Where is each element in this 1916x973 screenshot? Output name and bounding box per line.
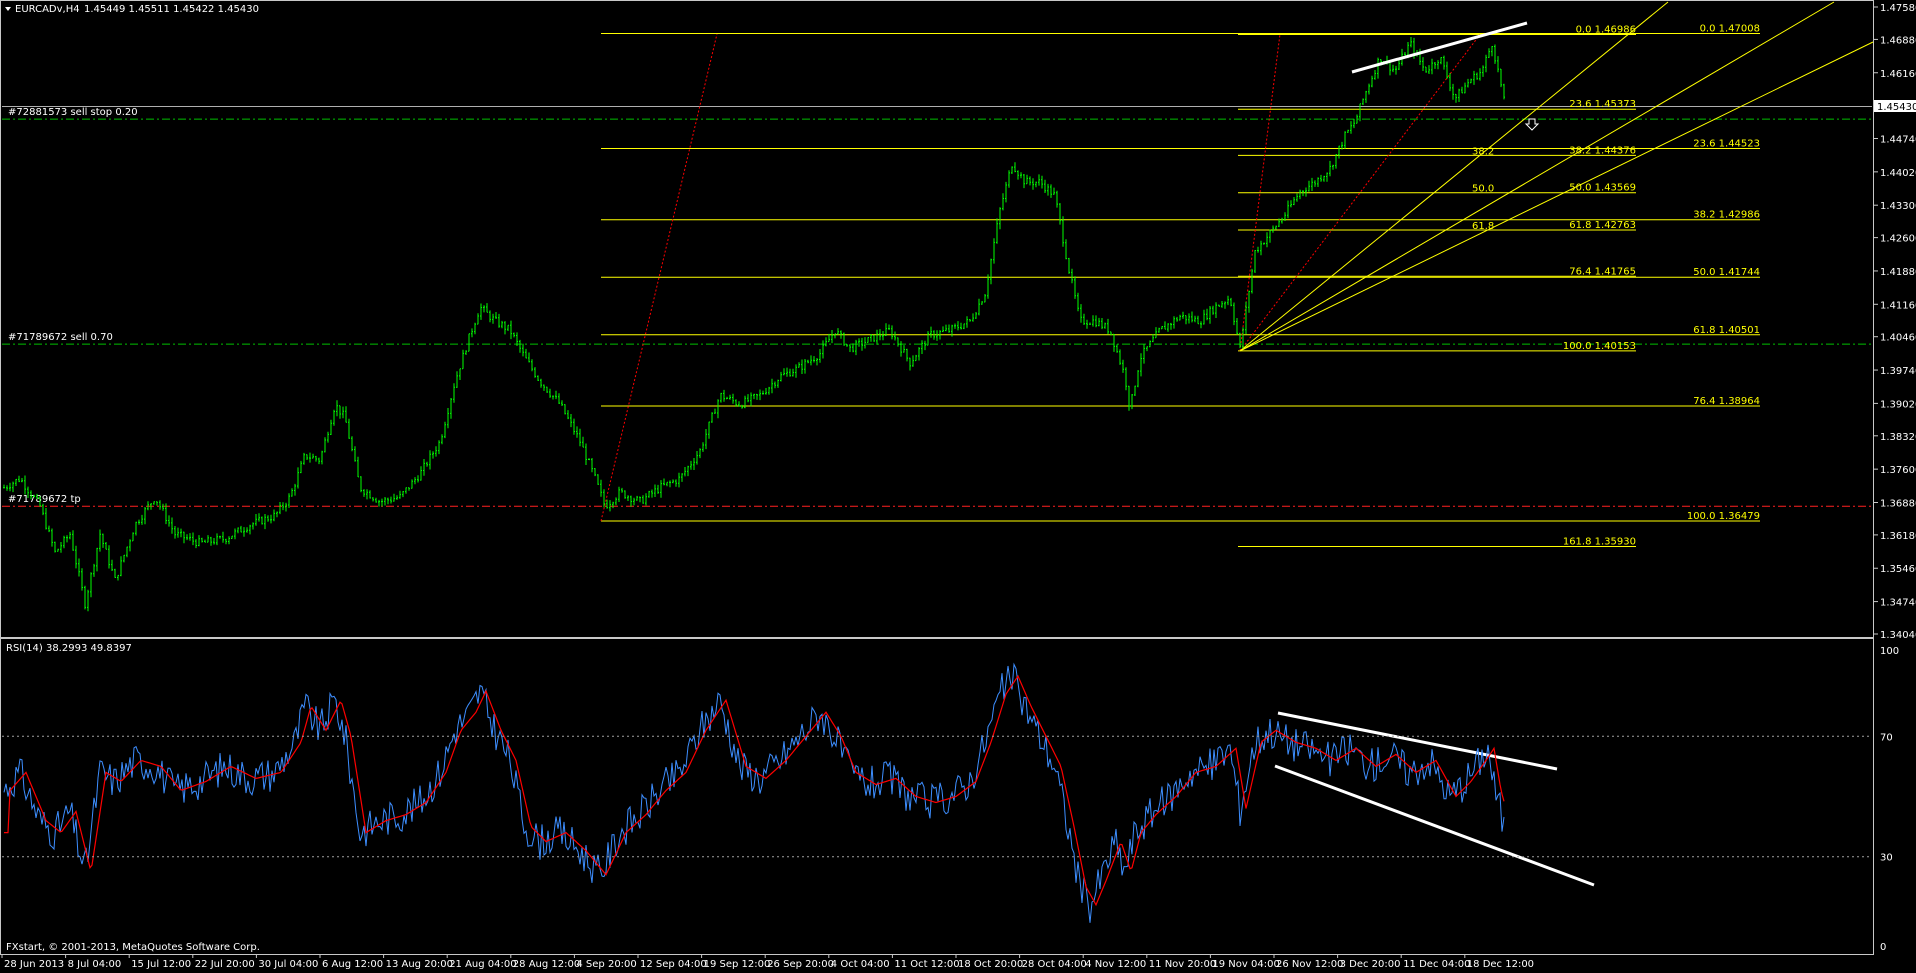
- chevron-down-icon[interactable]: [5, 7, 11, 11]
- time-tick-label: 11 Oct 12:00: [894, 959, 959, 970]
- fan-label: 38.2: [1472, 146, 1494, 157]
- order-label: #71789672 tp: [8, 494, 81, 505]
- chart-window[interactable]: #72881573 sell stop 0.20 #71789672 sell 0…: [0, 0, 1916, 973]
- rsi-lower-trendline[interactable]: [1274, 764, 1595, 887]
- current-price-marker: 1.45430: [1874, 100, 1916, 113]
- rsi-tick-label: 0: [1880, 942, 1886, 953]
- price-resistance-trendline[interactable]: [1351, 21, 1528, 74]
- time-tick-label: 3 Dec 20:00: [1340, 959, 1401, 970]
- time-tick-label: 4 Nov 12:00: [1085, 959, 1146, 970]
- time-tick-label: 15 Jul 12:00: [131, 959, 191, 970]
- fib-level-label: 61.8 1.40501: [1693, 325, 1760, 336]
- fib-level-label: 23.6 1.44523: [1693, 139, 1760, 150]
- time-tick-label: 22 Jul 20:00: [195, 959, 255, 970]
- fib-level-label: 161.8 1.35930: [1563, 536, 1636, 547]
- time-tick-label: 11 Dec 04:00: [1403, 959, 1470, 970]
- price-tick-label: 1.46880: [1880, 35, 1916, 46]
- time-tick-label: 4 Oct 04:00: [831, 959, 890, 970]
- time-tick-label: 26 Sep 20:00: [767, 959, 834, 970]
- price-tick-label: 1.41160: [1880, 300, 1916, 311]
- order-label: #71789672 sell 0.70: [8, 332, 113, 343]
- time-tick-label: 13 Aug 20:00: [386, 959, 453, 970]
- fib-level-label: 38.2 1.44376: [1569, 145, 1636, 156]
- time-tick-label: 4 Sep 20:00: [576, 959, 636, 970]
- time-tick-label: 28 Aug 12:00: [513, 959, 580, 970]
- time-tick-label: 28 Oct 04:00: [1022, 959, 1087, 970]
- fib-level-label: 0.0 1.47008: [1700, 23, 1760, 34]
- time-tick-label: 19 Nov 04:00: [1212, 959, 1279, 970]
- fib-level-label: 76.4 1.38964: [1693, 396, 1760, 407]
- time-tick-label: 21 Aug 04:00: [449, 959, 516, 970]
- copyright-text: FXstart, © 2001-2013, MetaQuotes Softwar…: [6, 942, 260, 953]
- rsi-header: RSI(14) 38.2993 49.8397: [6, 643, 132, 654]
- price-tick-label: 1.34040: [1880, 630, 1916, 641]
- fan-line[interactable]: [1239, 1, 1835, 352]
- symbol-label: EURCADv,H4: [15, 4, 80, 15]
- price-tick-label: 1.46160: [1880, 69, 1916, 80]
- price-tick-label: 1.37600: [1880, 465, 1916, 476]
- fib-level-label: 76.4 1.41765: [1569, 266, 1636, 277]
- candle-bars: [3, 37, 1505, 612]
- price-tick-label: 1.42600: [1880, 234, 1916, 245]
- price-tick-label: 1.36180: [1880, 531, 1916, 542]
- price-tick-label: 1.43300: [1880, 201, 1916, 212]
- price-tick-label: 1.34740: [1880, 598, 1916, 609]
- fibonacci-fan[interactable]: 38.2 50.0 61.8: [1239, 1, 1874, 352]
- time-tick-label: 19 Sep 12:00: [704, 959, 771, 970]
- trendlines[interactable]: [1274, 21, 1595, 887]
- rsi-tick-label: 70: [1880, 732, 1893, 743]
- price-tick-label: 1.39020: [1880, 399, 1916, 410]
- rsi-upper-trendline[interactable]: [1277, 711, 1558, 771]
- time-tick-label: 12 Sep 04:00: [640, 959, 707, 970]
- price-tick-label: 1.39740: [1880, 366, 1916, 377]
- fan-label: 61.8: [1472, 221, 1494, 232]
- fib-level-label: 61.8 1.42763: [1569, 220, 1636, 231]
- price-tick-label: 1.47580: [1880, 3, 1916, 14]
- time-tick-label: 18 Dec 12:00: [1467, 959, 1534, 970]
- time-tick-label: 26 Nov 12:00: [1276, 959, 1343, 970]
- time-tick-label: 18 Oct 20:00: [958, 959, 1023, 970]
- main-header: EURCADv,H4 1.45449 1.45511 1.45422 1.454…: [5, 4, 259, 15]
- rsi-tick-label: 30: [1880, 853, 1893, 864]
- fan-line[interactable]: [1239, 1, 1669, 352]
- time-tick-label: 28 Jun 2013: [4, 959, 64, 970]
- time-tick-label: 30 Jul 04:00: [258, 959, 318, 970]
- fib-level-label: 50.0 1.43569: [1569, 183, 1636, 194]
- fib-level-label: 50.0 1.41744: [1693, 267, 1760, 278]
- fan-label: 50.0: [1472, 184, 1494, 195]
- fib-level-label: 100.0 1.40153: [1563, 341, 1636, 352]
- price-levels: #72881573 sell stop 0.20 #71789672 sell 0…: [2, 106, 1872, 507]
- price-tick-label: 1.35460: [1880, 564, 1916, 575]
- order-label: #72881573 sell stop 0.20: [8, 107, 138, 118]
- price-tick-label: 1.44020: [1880, 168, 1916, 179]
- rsi-lines: [3, 662, 1505, 923]
- time-tick-label: 11 Nov 20:00: [1149, 959, 1216, 970]
- rsi-line: [3, 662, 1505, 923]
- fibonacci-retracement-b[interactable]: 0.0 1.46986 23.6 1.45373 38.2 1.44376 50.0 …: [1238, 25, 1636, 548]
- fib-level-label: 0.0 1.46986: [1576, 25, 1636, 36]
- ohlc-readout: 1.45449 1.45511 1.45422 1.45430: [84, 4, 259, 15]
- down-arrow-icon: [1524, 118, 1540, 131]
- price-tick-label: 1.44740: [1880, 135, 1916, 146]
- fib-level-label: 100.0 1.36479: [1687, 511, 1760, 522]
- price-candles: [3, 37, 1505, 612]
- current-price-label: 1.45430: [1877, 102, 1916, 113]
- price-tick-label: 1.40460: [1880, 333, 1916, 344]
- price-tick-label: 1.41880: [1880, 267, 1916, 278]
- rsi-signal-line: [4, 674, 1505, 907]
- time-tick-label: 8 Jul 04:00: [68, 959, 122, 970]
- fib-level-label: 23.6 1.45373: [1569, 99, 1636, 110]
- price-tick-label: 1.38320: [1880, 432, 1916, 443]
- fan-line[interactable]: [1239, 41, 1874, 352]
- time-tick-label: 6 Aug 12:00: [322, 959, 383, 970]
- fib-level-label: 38.2 1.42986: [1693, 210, 1760, 221]
- price-tick-label: 1.36880: [1880, 498, 1916, 509]
- rsi-tick-label: 100: [1880, 646, 1899, 657]
